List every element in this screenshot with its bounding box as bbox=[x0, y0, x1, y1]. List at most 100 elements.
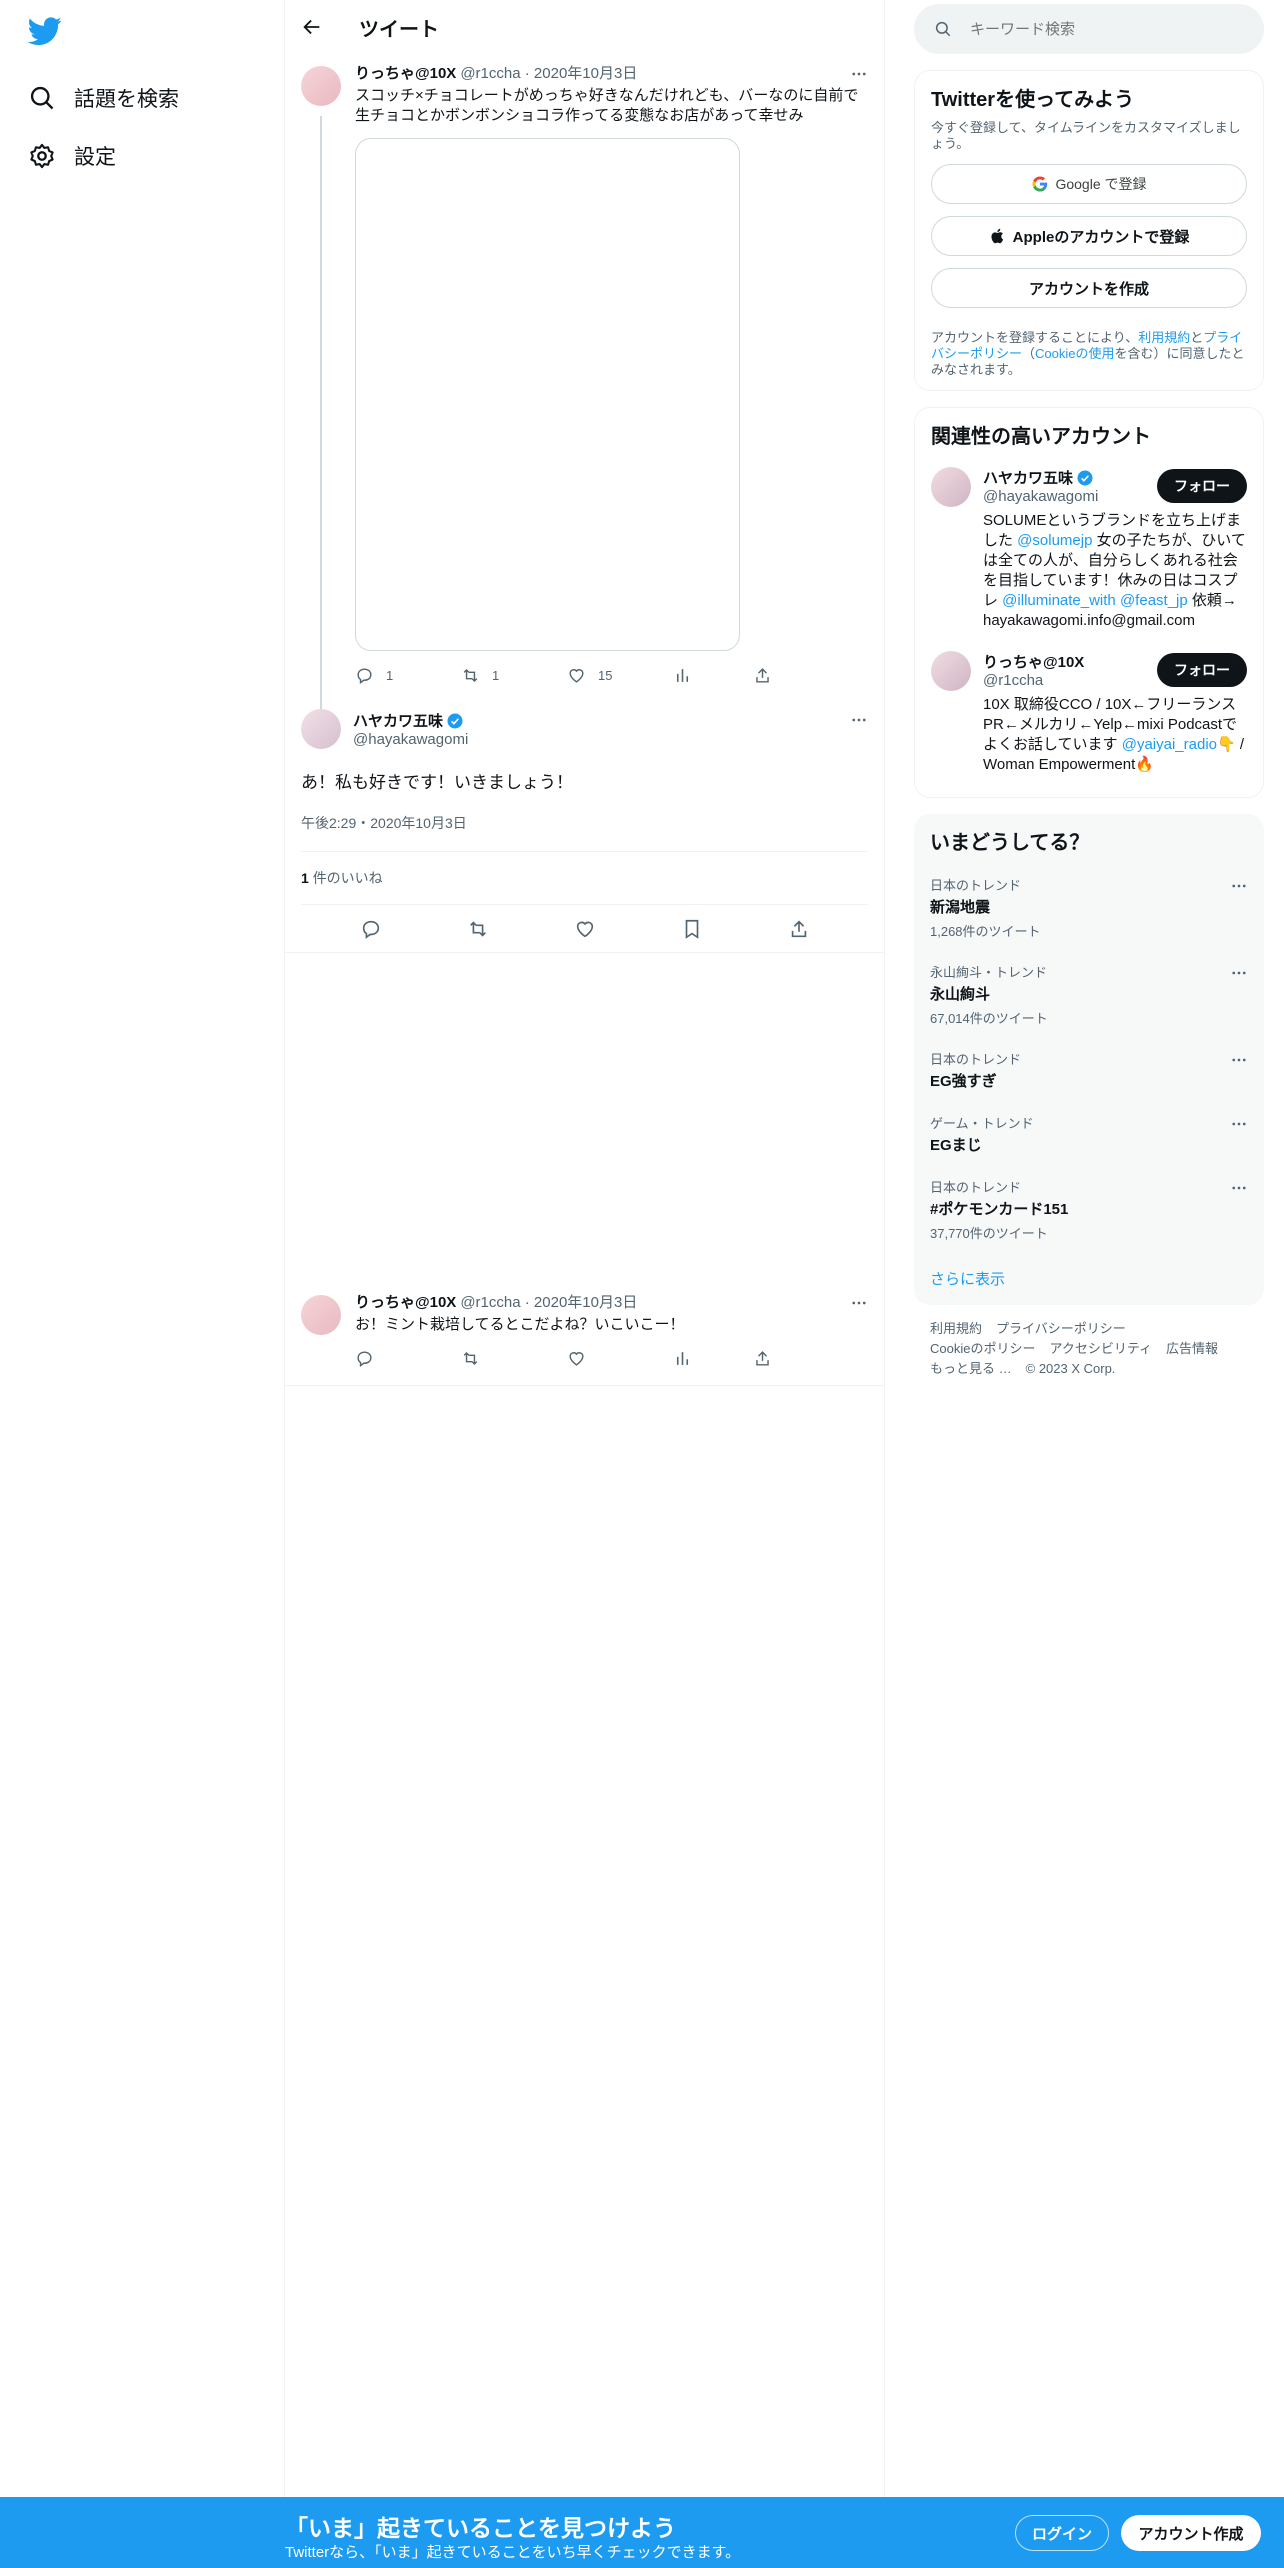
footer-link[interactable]: アクセシビリティ bbox=[1049, 1341, 1152, 1356]
tweet-actions bbox=[355, 1343, 868, 1373]
author-name[interactable]: ハヤカワ五味 bbox=[353, 710, 443, 731]
more-icon[interactable] bbox=[1230, 1179, 1248, 1197]
follow-button[interactable]: フォロー bbox=[1157, 469, 1247, 503]
page-header: ツイート bbox=[285, 0, 884, 54]
trend-item[interactable]: 日本のトレンド #ポケモンカード151 37,770件のツイート bbox=[930, 1165, 1248, 1252]
search-icon bbox=[30, 86, 54, 110]
gear-icon bbox=[30, 143, 54, 169]
thread-line bbox=[320, 116, 322, 711]
avatar[interactable] bbox=[301, 1295, 341, 1335]
signup-card: Twitterを使ってみよう 今すぐ登録して、タイムラインをカスタマイズしましょ… bbox=[914, 70, 1264, 391]
thread-tweet[interactable]: りっちゃ@10X @r1ccha · 2020年10月3日 スコッチ×チョコレー… bbox=[285, 54, 884, 711]
mention-link[interactable]: @yaiyai_radio bbox=[1122, 736, 1217, 753]
analytics-button[interactable] bbox=[673, 1349, 753, 1368]
focused-tweet-actions bbox=[285, 905, 884, 953]
more-icon[interactable] bbox=[850, 65, 868, 83]
retweet-button[interactable]: 1 bbox=[461, 666, 567, 685]
trend-context: 日本のトレンド bbox=[930, 878, 1022, 893]
google-signup-button[interactable]: Google で登録 bbox=[931, 164, 1247, 204]
mention-link[interactable]: @illuminate_with bbox=[1002, 592, 1116, 609]
like-button[interactable] bbox=[567, 1349, 673, 1368]
tweet-timestamp[interactable]: 午後2:29・2020年10月3日 bbox=[301, 813, 868, 852]
trend-name: 永山絢斗 bbox=[930, 986, 991, 1003]
trend-name: 新潟地震 bbox=[930, 899, 991, 916]
more-icon[interactable] bbox=[1230, 1051, 1248, 1069]
tweet-media[interactable] bbox=[355, 138, 740, 651]
avatar[interactable] bbox=[931, 651, 971, 691]
back-arrow-icon[interactable] bbox=[301, 16, 323, 38]
trend-item[interactable]: ゲーム・トレンド EGまじ bbox=[930, 1101, 1248, 1165]
tweet-date[interactable]: 2020年10月3日 bbox=[534, 1293, 637, 1313]
likes-summary[interactable]: 1 件のいいね bbox=[301, 852, 868, 905]
author-handle[interactable]: @r1ccha bbox=[460, 64, 520, 84]
trend-item[interactable]: 日本のトレンド EG強すぎ bbox=[930, 1037, 1248, 1101]
like-count: 15 bbox=[598, 667, 613, 683]
nav-settings[interactable]: 設定 bbox=[28, 127, 256, 185]
separator-dot: · bbox=[520, 65, 534, 82]
footer-link[interactable]: 広告情報 bbox=[1166, 1341, 1218, 1356]
more-icon[interactable] bbox=[850, 711, 868, 729]
author-handle[interactable]: @hayakawagomi bbox=[353, 731, 468, 748]
avatar[interactable] bbox=[931, 467, 971, 507]
reply-icon[interactable] bbox=[360, 918, 382, 940]
trend-item[interactable]: 日本のトレンド 新潟地震 1,268件のツイート bbox=[930, 863, 1248, 950]
trends-title: いまどうしてる？ bbox=[930, 832, 1090, 854]
reply-button[interactable]: 1 bbox=[355, 666, 461, 685]
cookie-link[interactable]: Cookieの使用 bbox=[1035, 346, 1114, 361]
analytics-icon bbox=[676, 1351, 689, 1365]
trend-count: 67,014件のツイート bbox=[930, 1011, 1048, 1026]
page-title: ツイート bbox=[359, 18, 439, 41]
mention-link[interactable]: @feast_jp bbox=[1120, 592, 1188, 609]
retweet-button[interactable] bbox=[461, 1349, 567, 1368]
reply-tweet[interactable]: りっちゃ@10X @r1ccha · 2020年10月3日 お！ミント栽培してる… bbox=[285, 1283, 884, 1386]
share-button[interactable] bbox=[753, 1349, 833, 1368]
twitter-logo-icon[interactable] bbox=[27, 14, 62, 48]
nav-explore[interactable]: 話題を検索 bbox=[28, 69, 256, 127]
verified-badge-icon bbox=[1077, 470, 1093, 485]
trend-item[interactable]: 永山絢斗・トレンド 永山絢斗 67,014件のツイート bbox=[930, 950, 1248, 1037]
more-icon[interactable] bbox=[1230, 964, 1248, 982]
account-name[interactable]: ハヤカワ五味 bbox=[983, 467, 1073, 488]
more-icon[interactable] bbox=[850, 1294, 868, 1312]
account-name[interactable]: りっちゃ@10X bbox=[983, 651, 1084, 672]
relevant-accounts-title: 関連性の高いアカウント bbox=[931, 426, 1151, 448]
reply-button[interactable] bbox=[355, 1349, 461, 1368]
bookmark-icon[interactable] bbox=[681, 918, 703, 940]
share-icon bbox=[756, 1350, 769, 1366]
search-box[interactable] bbox=[914, 4, 1264, 54]
show-more-link[interactable]: さらに表示 bbox=[930, 1252, 1248, 1295]
relevant-accounts-card: 関連性の高いアカウント ハヤカワ五味 @hayakawagomi SOLUMEと… bbox=[914, 407, 1264, 798]
footer-link[interactable]: 利用規約 bbox=[930, 1321, 982, 1336]
author-name[interactable]: りっちゃ@10X bbox=[355, 64, 456, 84]
like-button[interactable]: 15 bbox=[567, 666, 673, 685]
search-input[interactable] bbox=[970, 20, 1230, 38]
apple-signup-button[interactable]: Appleのアカウントで登録 bbox=[931, 216, 1247, 256]
account-item[interactable]: ハヤカワ五味 @hayakawagomi SOLUMEというブランドを立ち上げま… bbox=[931, 457, 1247, 641]
follow-button[interactable]: フォロー bbox=[1157, 653, 1247, 687]
author-name[interactable]: りっちゃ@10X bbox=[355, 1293, 456, 1313]
mention-link[interactable]: @solumejp bbox=[1017, 532, 1092, 549]
more-icon[interactable] bbox=[1230, 1115, 1248, 1133]
author-handle[interactable]: @r1ccha bbox=[460, 1293, 520, 1313]
share-button[interactable] bbox=[753, 666, 833, 685]
footer-more-link[interactable]: もっと見る … bbox=[930, 1361, 1012, 1376]
apple-icon bbox=[991, 228, 1003, 244]
share-icon[interactable] bbox=[788, 918, 810, 940]
create-account-button[interactable]: アカウントを作成 bbox=[931, 268, 1247, 308]
avatar[interactable] bbox=[301, 66, 341, 106]
account-item[interactable]: りっちゃ@10X @r1ccha 10X 取締役CCO / 10X←フリーランス… bbox=[931, 641, 1247, 785]
signup-button[interactable]: アカウント作成 bbox=[1121, 2515, 1261, 2551]
footer-link[interactable]: プライバシーポリシー bbox=[996, 1321, 1126, 1336]
more-icon[interactable] bbox=[1230, 877, 1248, 895]
terms-link[interactable]: 利用規約 bbox=[1138, 330, 1190, 345]
tweet-date[interactable]: 2020年10月3日 bbox=[534, 64, 637, 84]
main-column: ツイート りっちゃ@10X @r1ccha · 2020年10月3日 スコッチ×… bbox=[285, 0, 885, 2497]
tweet-text: あ！私も好きです！いきましょう！ bbox=[301, 773, 573, 792]
heart-icon[interactable] bbox=[574, 918, 596, 940]
login-button[interactable]: ログイン bbox=[1015, 2515, 1109, 2551]
retweet-icon[interactable] bbox=[467, 918, 489, 940]
avatar[interactable] bbox=[301, 709, 341, 749]
trend-name: #ポケモンカード151 bbox=[930, 1201, 1069, 1218]
footer-link[interactable]: Cookieのポリシー bbox=[930, 1341, 1035, 1356]
analytics-button[interactable] bbox=[673, 666, 753, 685]
